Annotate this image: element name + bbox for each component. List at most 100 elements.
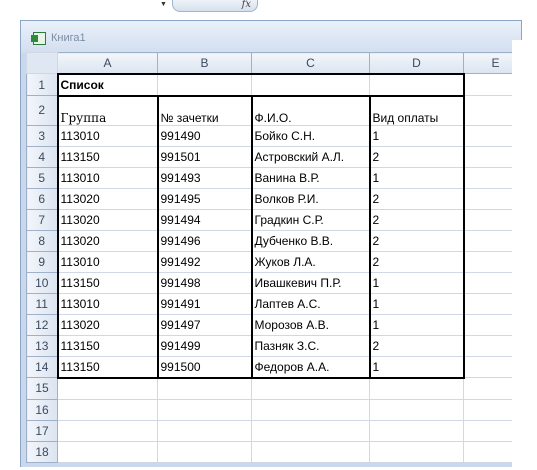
cell[interactable]: 991494 xyxy=(156,208,253,231)
cell[interactable]: 1 xyxy=(368,292,465,315)
select-all-corner[interactable] xyxy=(26,52,58,74)
cell[interactable]: 113020 xyxy=(56,187,159,210)
cell[interactable]: Группа xyxy=(56,95,159,126)
column-header-b[interactable]: B xyxy=(157,52,252,74)
cell[interactable]: Волков Р.И. xyxy=(250,187,371,210)
cell[interactable]: Бойко С.Н. xyxy=(250,124,371,147)
column-header-d[interactable]: D xyxy=(369,52,464,74)
row-header[interactable]: 11 xyxy=(26,292,58,315)
cell[interactable] xyxy=(251,440,370,463)
cell[interactable] xyxy=(157,419,252,442)
cell[interactable]: 113150 xyxy=(56,271,159,294)
cell[interactable]: 991496 xyxy=(156,229,253,252)
cell[interactable]: 113150 xyxy=(56,145,159,168)
name-box-dropdown-icon[interactable]: ▼ xyxy=(160,1,167,8)
cell[interactable] xyxy=(157,377,252,400)
cell[interactable]: Дубченко В.В. xyxy=(250,229,371,252)
cell[interactable] xyxy=(369,440,464,463)
cell[interactable]: 2 xyxy=(368,334,465,357)
table-row: 7 113020 991494 Градкин С.Р. 2 xyxy=(26,208,528,231)
row-header[interactable]: 15 xyxy=(26,377,58,400)
cell[interactable]: Список xyxy=(56,72,158,97)
cell[interactable]: 991490 xyxy=(156,124,253,147)
cell[interactable] xyxy=(57,419,158,442)
excel-workbook-icon[interactable] xyxy=(31,32,46,45)
cell[interactable] xyxy=(369,377,464,400)
row-header[interactable]: 3 xyxy=(26,124,58,147)
row-header[interactable]: 17 xyxy=(26,419,58,442)
cell[interactable]: 991493 xyxy=(156,166,253,189)
cell[interactable] xyxy=(369,419,464,442)
cell[interactable]: 1 xyxy=(368,355,465,379)
row-header[interactable]: 7 xyxy=(26,208,58,231)
cell[interactable]: Морозов А.В. xyxy=(250,313,371,336)
row-header[interactable]: 14 xyxy=(26,355,58,378)
cell[interactable]: Ивашкевич П.Р. xyxy=(250,271,371,294)
cell[interactable]: 1 xyxy=(368,313,465,336)
cell[interactable]: 991492 xyxy=(156,250,253,273)
cell[interactable] xyxy=(251,377,370,400)
cell[interactable]: 1 xyxy=(368,166,465,189)
cell[interactable]: 113010 xyxy=(56,166,159,189)
cell[interactable]: 2 xyxy=(368,208,465,231)
cell[interactable] xyxy=(157,398,252,421)
cell[interactable]: 991497 xyxy=(156,313,253,336)
row-header[interactable]: 10 xyxy=(26,271,58,294)
cell[interactable] xyxy=(157,440,252,463)
cell[interactable]: 2 xyxy=(368,187,465,210)
cell[interactable]: Лаптев А.С. xyxy=(250,292,371,315)
cell[interactable] xyxy=(369,398,464,421)
row-header[interactable]: 8 xyxy=(26,229,58,252)
cell[interactable]: Федоров А.А. xyxy=(250,355,371,379)
cell[interactable] xyxy=(251,72,370,97)
cell[interactable]: № зачетки xyxy=(156,95,253,126)
row-header[interactable]: 18 xyxy=(26,440,58,463)
cell[interactable]: 113020 xyxy=(56,229,159,252)
cell[interactable]: Градкин С.Р. xyxy=(250,208,371,231)
cell[interactable]: 991500 xyxy=(156,355,253,379)
cell[interactable] xyxy=(157,72,252,97)
row-header[interactable]: 1 xyxy=(26,73,58,96)
table-row: 15 xyxy=(26,377,528,400)
cell[interactable]: 2 xyxy=(368,229,465,252)
cell[interactable] xyxy=(57,398,158,421)
cell[interactable] xyxy=(369,72,465,97)
cell[interactable]: Ванина В.Р. xyxy=(250,166,371,189)
cell[interactable]: Пазняк З.С. xyxy=(250,334,371,357)
cell[interactable]: 991491 xyxy=(156,292,253,315)
cell[interactable]: 113010 xyxy=(56,250,159,273)
cell[interactable]: 113010 xyxy=(56,124,159,147)
column-header-c[interactable]: C xyxy=(251,52,370,74)
cell[interactable]: 991498 xyxy=(156,271,253,294)
row-header[interactable]: 2 xyxy=(26,95,58,126)
row-header[interactable]: 9 xyxy=(26,250,58,273)
cell[interactable] xyxy=(57,377,158,400)
cell[interactable] xyxy=(251,398,370,421)
cell[interactable]: 2 xyxy=(368,250,465,273)
cell[interactable]: 991501 xyxy=(156,145,253,168)
cell[interactable]: 113010 xyxy=(56,292,159,315)
row-header[interactable]: 4 xyxy=(26,145,58,168)
row-header[interactable]: 5 xyxy=(26,166,58,189)
cell[interactable]: 1 xyxy=(368,271,465,294)
cell[interactable]: Ф.И.О. xyxy=(250,95,371,126)
cell[interactable]: 1 xyxy=(368,124,465,147)
cell[interactable]: 113150 xyxy=(56,355,159,379)
cell[interactable]: Жуков Л.А. xyxy=(250,250,371,273)
row-header[interactable]: 16 xyxy=(26,398,58,421)
insert-function-button[interactable]: fx xyxy=(172,0,258,12)
cell[interactable]: Вид оплаты xyxy=(368,95,465,126)
cell[interactable]: 113020 xyxy=(56,313,159,336)
cell[interactable]: 113020 xyxy=(56,208,159,231)
cell[interactable]: 2 xyxy=(368,145,465,168)
cell[interactable]: 991495 xyxy=(156,187,253,210)
cell[interactable]: Астровский А.Л. xyxy=(250,145,371,168)
row-header[interactable]: 6 xyxy=(26,187,58,210)
row-header[interactable]: 12 xyxy=(26,313,58,336)
column-header-a[interactable]: A xyxy=(57,52,158,74)
cell[interactable] xyxy=(251,419,370,442)
cell[interactable] xyxy=(57,440,158,463)
cell[interactable]: 113150 xyxy=(56,334,159,357)
cell[interactable]: 991499 xyxy=(156,334,253,357)
row-header[interactable]: 13 xyxy=(26,334,58,357)
